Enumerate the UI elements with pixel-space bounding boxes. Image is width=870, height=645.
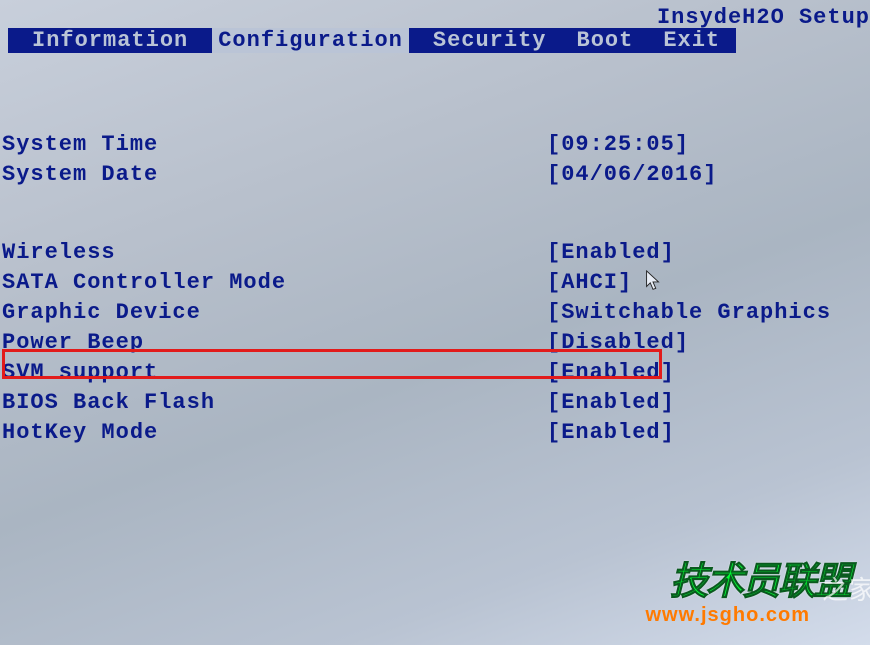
setting-system-date[interactable]: System Date [04/06/2016] [0, 160, 870, 190]
setting-label: Power Beep [2, 328, 547, 358]
setting-power-beep[interactable]: Power Beep [Disabled] [0, 328, 870, 358]
setting-label: Wireless [2, 238, 547, 268]
setting-label: BIOS Back Flash [2, 388, 547, 418]
tab-security[interactable]: Security [427, 28, 553, 53]
setting-label: HotKey Mode [2, 418, 547, 448]
setting-label: System Date [2, 160, 547, 190]
menu-bar: Information Configuration Security Boot … [8, 28, 736, 53]
setting-label: SATA Controller Mode [2, 268, 547, 298]
watermark-extra: 之家 [822, 570, 870, 607]
setting-graphic-device[interactable]: Graphic Device [Switchable Graphics [0, 298, 870, 328]
setting-label: Graphic Device [2, 298, 547, 328]
setting-svm-support[interactable]: SVM support [Enabled] [0, 358, 870, 388]
setting-value[interactable]: [Enabled] [547, 238, 675, 268]
setting-label: SVM support [2, 358, 547, 388]
setting-value[interactable]: [Enabled] [547, 388, 675, 418]
tab-boot[interactable]: Boot [571, 28, 640, 53]
setting-value[interactable]: [Enabled] [547, 418, 675, 448]
setting-hotkey-mode[interactable]: HotKey Mode [Enabled] [0, 418, 870, 448]
setting-sata-mode[interactable]: SATA Controller Mode [AHCI] [0, 268, 870, 298]
tab-exit[interactable]: Exit [657, 28, 726, 53]
setting-label: System Time [2, 130, 547, 160]
setting-value[interactable]: [09:25:05] [547, 130, 689, 160]
settings-panel: System Time [09:25:05] System Date [04/0… [0, 130, 870, 448]
bios-title: InsydeH2O Setup [657, 5, 870, 30]
setting-system-time[interactable]: System Time [09:25:05] [0, 130, 870, 160]
setting-wireless[interactable]: Wireless [Enabled] [0, 238, 870, 268]
setting-value[interactable]: [Enabled] [547, 358, 675, 388]
watermark-url: www.jsgho.com [646, 604, 811, 627]
tab-information[interactable]: Information [26, 28, 194, 53]
setting-value[interactable]: [AHCI] [547, 268, 632, 298]
setting-value[interactable]: [Disabled] [547, 328, 689, 358]
tab-configuration[interactable]: Configuration [212, 28, 409, 53]
setting-bios-back-flash[interactable]: BIOS Back Flash [Enabled] [0, 388, 870, 418]
setting-value[interactable]: [04/06/2016] [547, 160, 717, 190]
setting-value[interactable]: [Switchable Graphics [547, 298, 831, 328]
